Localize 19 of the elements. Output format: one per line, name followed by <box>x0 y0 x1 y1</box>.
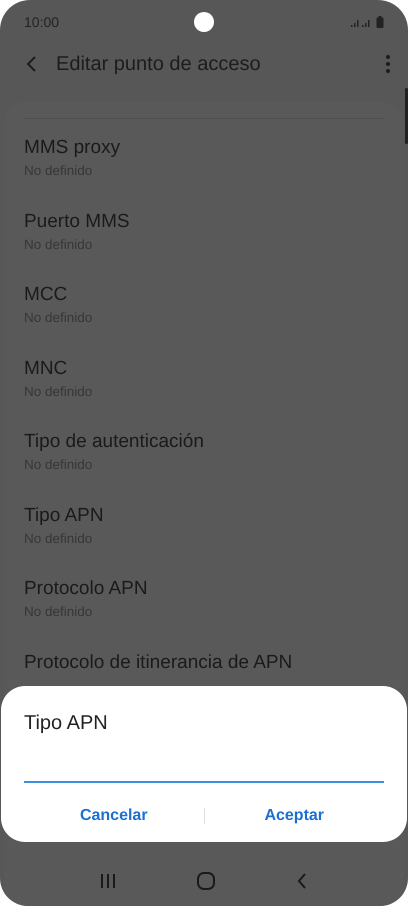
setting-title: Puerto MMS <box>24 210 131 232</box>
setting-title: Tipo de autenticación <box>24 431 205 453</box>
dialog-title: Tipo APN <box>24 712 109 735</box>
more-options-icon[interactable] <box>384 54 392 74</box>
setting-title: MCC <box>24 284 68 306</box>
signal-icon <box>350 17 372 27</box>
setting-title: MNC <box>24 358 68 380</box>
screen-title: Editar punto de acceso <box>56 52 262 76</box>
setting-title: Protocolo APN <box>24 578 149 600</box>
camera-hole <box>194 12 214 32</box>
recent-apps-icon[interactable] <box>99 873 118 889</box>
dialog-button[interactable]: Aceptar <box>204 799 384 833</box>
setting-title: MMS proxy <box>24 137 122 159</box>
setting-title: Protocolo de itinerancia de APN <box>24 652 294 674</box>
home-icon[interactable] <box>196 872 216 890</box>
battery-icon <box>376 16 384 28</box>
setting-title: Tipo APN <box>24 504 105 526</box>
dialog-button[interactable]: Cancelar <box>24 799 204 833</box>
scrollbar <box>405 88 408 144</box>
